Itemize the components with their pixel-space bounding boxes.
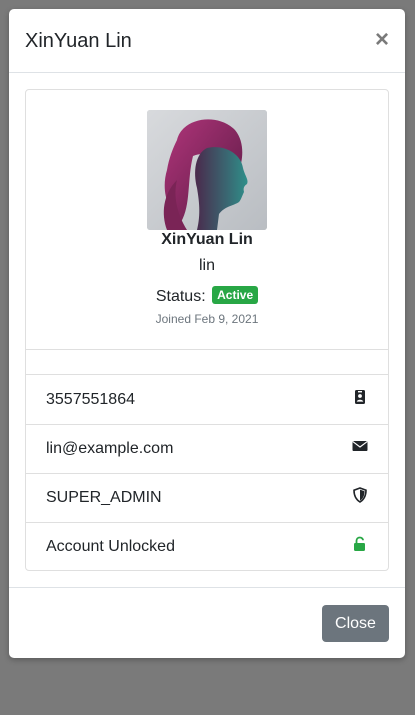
phone-number: 3557551864	[46, 391, 135, 408]
joined-date: Joined Feb 9, 2021	[155, 312, 259, 326]
status-line: Status: Active	[26, 286, 388, 306]
unlock-icon	[352, 536, 368, 552]
avatar	[147, 110, 267, 230]
profile-card: XinYuan Lin lin Status: Active Joined Fe…	[25, 89, 389, 571]
modal-footer: Close	[9, 587, 405, 658]
user-role: SUPER_ADMIN	[46, 489, 162, 506]
user-profile-modal: XinYuan Lin × XinYuan Lin lin Status: Ac…	[9, 9, 405, 658]
profile-name: XinYuan Lin	[161, 231, 253, 248]
list-spacer	[26, 350, 388, 375]
list-item-role: SUPER_ADMIN	[26, 474, 388, 523]
email-address: lin@example.com	[46, 440, 174, 457]
list-item-phone: 3557551864	[26, 376, 388, 425]
envelope-icon	[352, 438, 368, 454]
shield-icon	[352, 487, 368, 503]
list-item-lock-status: Account Unlocked	[26, 523, 388, 570]
status-label: Status:	[155, 288, 206, 305]
close-button[interactable]: Close	[322, 605, 389, 642]
profile-username: lin	[198, 257, 215, 274]
id-badge-icon	[352, 389, 368, 405]
lock-status: Account Unlocked	[46, 538, 175, 555]
profile-summary: XinYuan Lin lin Status: Active Joined Fe…	[26, 90, 388, 350]
status-badge: Active	[212, 286, 259, 304]
modal-header: XinYuan Lin ×	[9, 9, 405, 73]
list-item-email: lin@example.com	[26, 425, 388, 474]
modal-title: XinYuan Lin	[25, 30, 132, 52]
close-icon[interactable]: ×	[375, 28, 389, 52]
